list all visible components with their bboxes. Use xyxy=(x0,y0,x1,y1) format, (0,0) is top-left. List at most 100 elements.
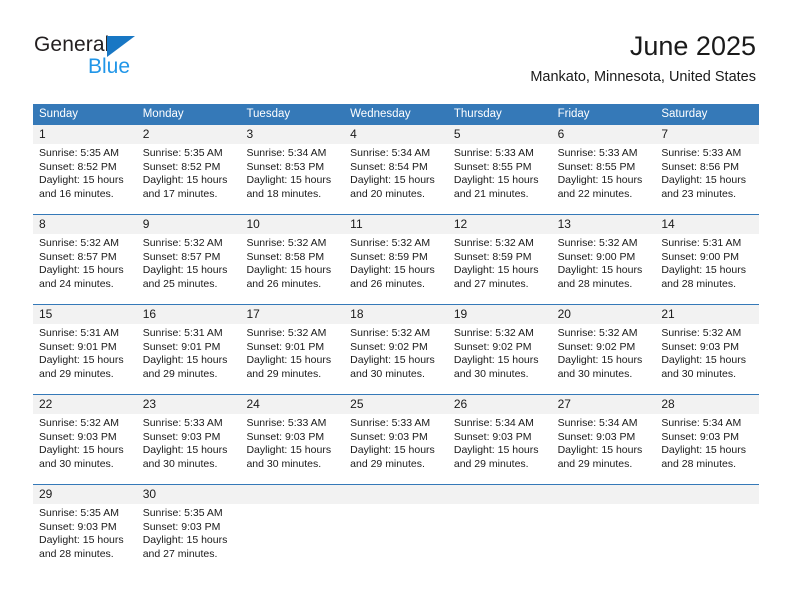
day-daylight-1-text: Daylight: 15 hours xyxy=(246,174,332,186)
day-cell[interactable]: Sunrise: 5:35 AM Sunset: 8:52 PM Daylight:… xyxy=(137,144,241,214)
day-cell[interactable]: Sunrise: 5:34 AM Sunset: 8:54 PM Daylight:… xyxy=(344,144,448,214)
day-cell[interactable]: Sunrise: 5:32 AM Sunset: 9:03 PM Daylight:… xyxy=(33,414,137,484)
day-sunrise-text: Sunrise: 5:32 AM xyxy=(557,237,638,249)
day-sunrise-text: Sunrise: 5:33 AM xyxy=(246,417,327,429)
day-number[interactable]: 17 xyxy=(240,305,344,324)
day-cell[interactable]: Sunrise: 5:32 AM Sunset: 9:02 PM Daylight:… xyxy=(344,324,448,394)
general-blue-logo[interactable]: General Blue xyxy=(34,33,214,81)
day-daylight-1-text: Daylight: 15 hours xyxy=(142,354,228,366)
day-cell[interactable]: Sunrise: 5:34 AM Sunset: 9:03 PM Daylight:… xyxy=(655,414,759,484)
day-number[interactable]: 13 xyxy=(552,215,656,234)
day-number[interactable]: 3 xyxy=(240,125,344,144)
day-cell[interactable]: Sunrise: 5:32 AM Sunset: 9:00 PM Daylight:… xyxy=(552,234,656,304)
day-cell[interactable]: Sunrise: 5:33 AM Sunset: 8:55 PM Daylight:… xyxy=(552,144,656,214)
day-daylight-1-text: Daylight: 15 hours xyxy=(350,264,435,276)
day-number[interactable]: 8 xyxy=(33,215,137,234)
day-cell[interactable]: Sunrise: 5:34 AM Sunset: 8:53 PM Daylight:… xyxy=(240,144,344,214)
day-sunrise-text: Sunrise: 5:32 AM xyxy=(661,327,742,339)
day-daylight-1-text: Daylight: 15 hours xyxy=(661,444,746,456)
day-daylight-1-text: Daylight: 15 hours xyxy=(39,174,124,186)
day-number[interactable]: 6 xyxy=(552,125,656,144)
day-cell[interactable]: Sunrise: 5:32 AM Sunset: 8:58 PM Daylight:… xyxy=(240,234,344,304)
day-number[interactable]: 28 xyxy=(655,395,759,414)
day-number[interactable]: 11 xyxy=(344,215,448,234)
day-cell[interactable]: Sunrise: 5:32 AM Sunset: 8:57 PM Daylight:… xyxy=(33,234,137,304)
day-daylight-1-text: Daylight: 15 hours xyxy=(661,264,746,276)
day-sunset-text: Sunset: 9:03 PM xyxy=(39,430,117,443)
day-number[interactable]: 21 xyxy=(655,305,759,324)
day-number[interactable]: 10 xyxy=(240,215,344,234)
day-cell[interactable]: Sunrise: 5:32 AM Sunset: 8:57 PM Daylight:… xyxy=(137,234,241,304)
day-daylight-2-text: and 20 minutes. xyxy=(350,187,425,200)
day-number xyxy=(240,485,344,504)
day-number[interactable]: 5 xyxy=(448,125,552,144)
day-number[interactable]: 23 xyxy=(137,395,241,414)
calendar-week-row: 29 30 Sunrise: 5:35 AM Sunset: 9:03 PM Dayli… xyxy=(33,484,759,574)
day-sunrise-text: Sunrise: 5:35 AM xyxy=(142,507,223,519)
day-cell[interactable]: Sunrise: 5:32 AM Sunset: 8:59 PM Daylight:… xyxy=(344,234,448,304)
day-number[interactable]: 9 xyxy=(137,215,241,234)
day-cell[interactable]: Sunrise: 5:32 AM Sunset: 9:02 PM Daylight:… xyxy=(552,324,656,394)
day-cell xyxy=(552,504,656,574)
day-cell[interactable]: Sunrise: 5:32 AM Sunset: 9:01 PM Daylight:… xyxy=(240,324,344,394)
day-cell[interactable]: Sunrise: 5:35 AM Sunset: 9:03 PM Daylight:… xyxy=(33,504,137,574)
day-number[interactable]: 15 xyxy=(33,305,137,324)
day-sunset-text: Sunset: 8:52 PM xyxy=(39,160,117,173)
day-number[interactable]: 27 xyxy=(552,395,656,414)
title-block: June 2025 Mankato, Minnesota, United Sta… xyxy=(530,30,756,86)
day-sunset-text: Sunset: 9:03 PM xyxy=(557,430,636,443)
day-sunrise-text: Sunrise: 5:33 AM xyxy=(453,147,534,159)
day-number[interactable]: 18 xyxy=(344,305,448,324)
day-number[interactable]: 7 xyxy=(655,125,759,144)
week-day-number-band: 15 16 17 18 19 20 21 xyxy=(33,305,759,324)
day-number[interactable]: 29 xyxy=(33,485,137,504)
day-cell[interactable]: Sunrise: 5:32 AM Sunset: 9:03 PM Daylight:… xyxy=(655,324,759,394)
logo-text-blue: Blue xyxy=(88,55,131,78)
day-cell[interactable]: Sunrise: 5:35 AM Sunset: 8:52 PM Daylight:… xyxy=(33,144,137,214)
weekday-header-thursday: Thursday xyxy=(453,108,502,120)
day-daylight-1-text: Daylight: 15 hours xyxy=(557,264,643,276)
logo-text-general: General xyxy=(34,33,110,56)
day-number[interactable]: 30 xyxy=(137,485,241,504)
day-number[interactable]: 14 xyxy=(655,215,759,234)
day-cell[interactable]: Sunrise: 5:35 AM Sunset: 9:03 PM Daylight:… xyxy=(137,504,241,574)
day-daylight-2-text: and 30 minutes. xyxy=(661,367,737,380)
day-cell[interactable]: Sunrise: 5:31 AM Sunset: 9:00 PM Daylight:… xyxy=(655,234,759,304)
day-cell[interactable]: Sunrise: 5:33 AM Sunset: 8:56 PM Daylight:… xyxy=(655,144,759,214)
day-cell[interactable]: Sunrise: 5:33 AM Sunset: 9:03 PM Daylight:… xyxy=(344,414,448,484)
day-sunrise-text: Sunrise: 5:31 AM xyxy=(661,237,742,249)
day-daylight-2-text: and 28 minutes. xyxy=(661,277,737,290)
day-cell[interactable]: Sunrise: 5:32 AM Sunset: 8:59 PM Daylight:… xyxy=(448,234,552,304)
day-number[interactable]: 25 xyxy=(344,395,448,414)
day-sunset-text: Sunset: 9:03 PM xyxy=(246,430,325,443)
day-cell[interactable]: Sunrise: 5:31 AM Sunset: 9:01 PM Daylight:… xyxy=(33,324,137,394)
day-daylight-2-text: and 29 minutes. xyxy=(142,367,218,380)
day-sunset-text: Sunset: 9:03 PM xyxy=(142,520,221,533)
week-day-detail-band: Sunrise: 5:35 AM Sunset: 9:03 PM Daylight:… xyxy=(33,504,759,574)
day-number[interactable]: 2 xyxy=(137,125,241,144)
day-number[interactable]: 12 xyxy=(448,215,552,234)
day-cell[interactable]: Sunrise: 5:33 AM Sunset: 9:03 PM Daylight:… xyxy=(240,414,344,484)
day-number[interactable]: 16 xyxy=(137,305,241,324)
day-cell[interactable]: Sunrise: 5:33 AM Sunset: 9:03 PM Daylight:… xyxy=(137,414,241,484)
day-cell[interactable]: Sunrise: 5:34 AM Sunset: 9:03 PM Daylight:… xyxy=(448,414,552,484)
day-number[interactable]: 24 xyxy=(240,395,344,414)
day-number[interactable]: 4 xyxy=(344,125,448,144)
day-number[interactable]: 1 xyxy=(33,125,137,144)
day-sunset-text: Sunset: 9:03 PM xyxy=(661,340,739,353)
day-number[interactable]: 26 xyxy=(448,395,552,414)
week-day-detail-band: Sunrise: 5:32 AM Sunset: 9:03 PM Daylight:… xyxy=(33,414,759,484)
day-daylight-2-text: and 27 minutes. xyxy=(142,547,218,560)
day-daylight-1-text: Daylight: 15 hours xyxy=(246,354,332,366)
day-sunrise-text: Sunrise: 5:31 AM xyxy=(142,327,223,339)
day-number[interactable]: 20 xyxy=(552,305,656,324)
day-cell[interactable]: Sunrise: 5:32 AM Sunset: 9:02 PM Daylight:… xyxy=(448,324,552,394)
day-number[interactable]: 19 xyxy=(448,305,552,324)
day-number[interactable]: 22 xyxy=(33,395,137,414)
day-cell[interactable]: Sunrise: 5:33 AM Sunset: 8:55 PM Daylight:… xyxy=(448,144,552,214)
day-cell[interactable]: Sunrise: 5:34 AM Sunset: 9:03 PM Daylight:… xyxy=(552,414,656,484)
weekday-header-sunday: Sunday xyxy=(39,108,79,120)
day-sunset-text: Sunset: 9:03 PM xyxy=(350,430,428,443)
day-cell[interactable]: Sunrise: 5:31 AM Sunset: 9:01 PM Daylight:… xyxy=(137,324,241,394)
day-sunset-text: Sunset: 9:02 PM xyxy=(453,340,532,353)
